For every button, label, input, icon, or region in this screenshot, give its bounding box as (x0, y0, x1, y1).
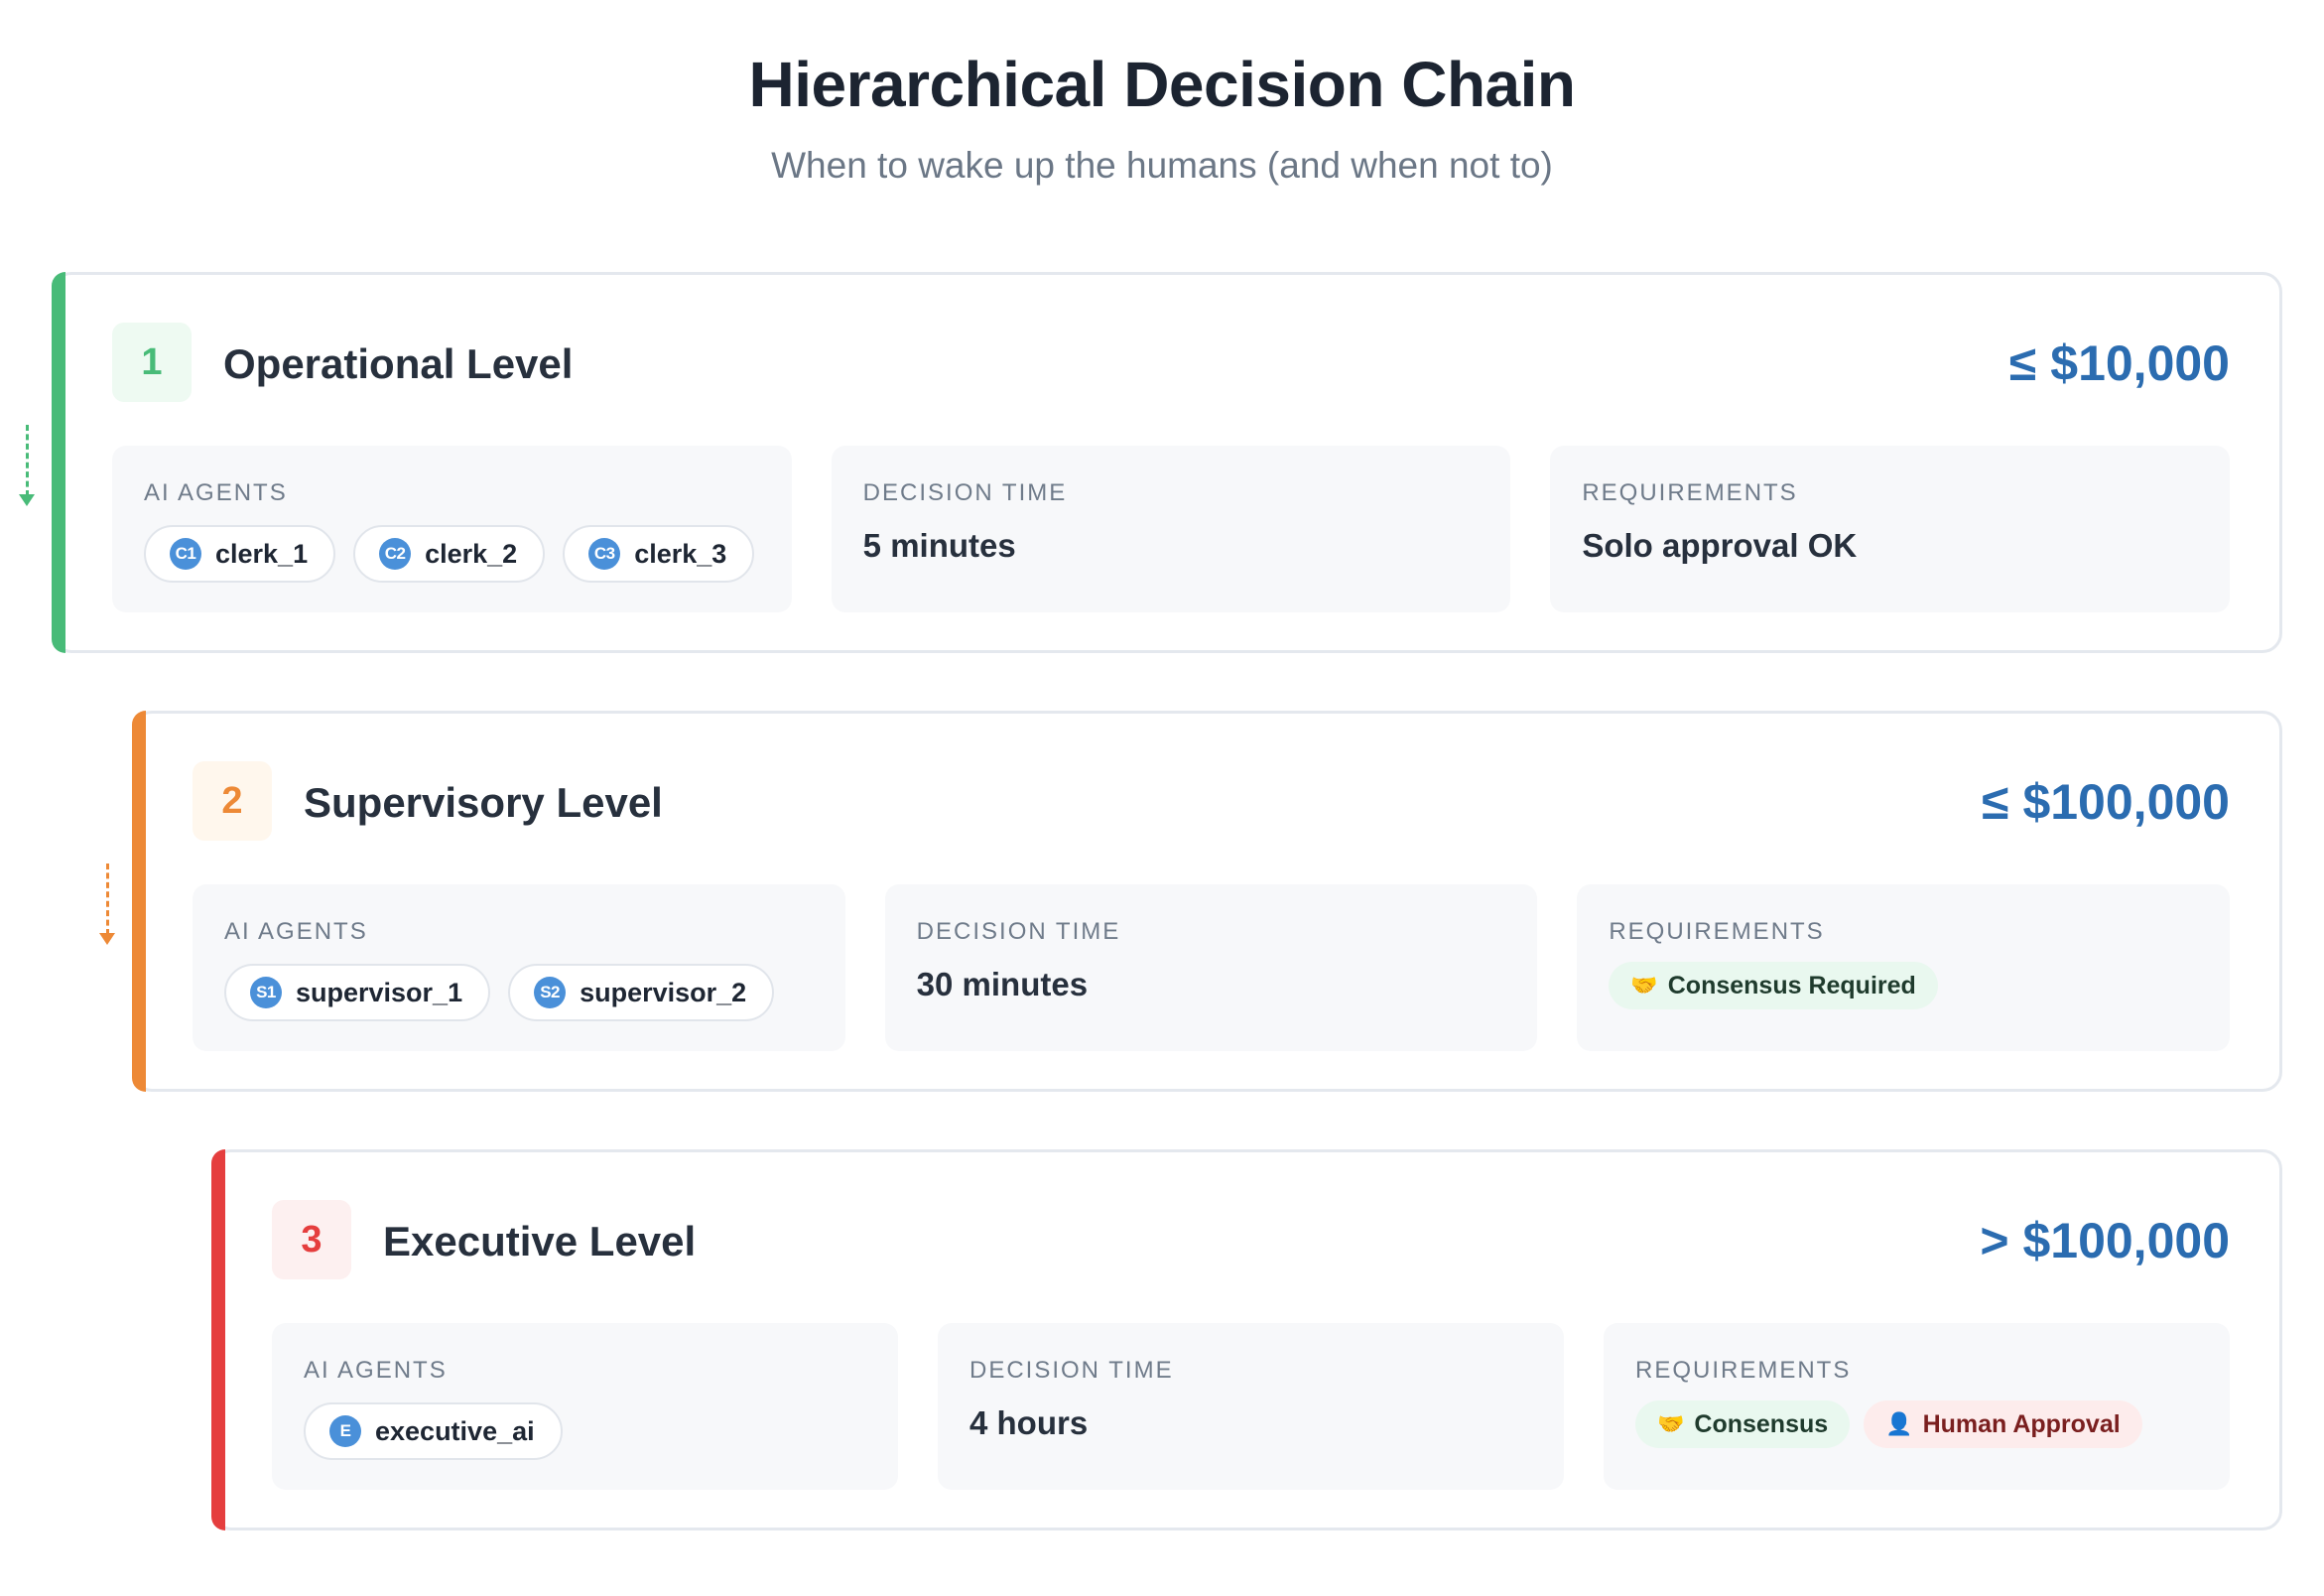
decision-time-cell: DECISION TIME 5 minutes (831, 446, 1511, 612)
agent-avatar-icon: C2 (379, 538, 412, 570)
requirements-label: REQUIREMENTS (1609, 918, 1825, 945)
level-threshold: ≤ $10,000 (2008, 335, 2230, 391)
handshake-icon: 🤝 (1630, 973, 1658, 998)
decision-time-value: 5 minutes (862, 527, 1016, 564)
agent-name: supervisor_2 (580, 977, 747, 1007)
agents-label: AI AGENTS (144, 479, 288, 506)
page-title: Hierarchical Decision Chain (748, 49, 1576, 120)
consensus-required-tag: 🤝 Consensus Required (1609, 962, 1938, 1009)
agent-name: clerk_3 (634, 538, 727, 569)
consensus-tag: 🤝 Consensus (1635, 1400, 1851, 1448)
agents-cell: AI AGENTS C1 clerk_1 C2 clerk_2 C3 clerk… (112, 446, 792, 612)
level-card-operational: 1 Operational Level ≤ $10,000 AI AGENTS … (52, 272, 2282, 653)
tag-label: Consensus (1694, 1409, 1829, 1438)
agent-avatar-icon: S1 (250, 977, 282, 1008)
agent-chip[interactable]: C3 clerk_3 (563, 525, 755, 583)
level-name: Operational Level (223, 340, 574, 387)
agent-avatar-icon: E (329, 1415, 361, 1447)
agent-chip[interactable]: E executive_ai (304, 1402, 563, 1460)
agent-chip[interactable]: S2 supervisor_2 (508, 964, 775, 1021)
agent-name: supervisor_1 (296, 977, 463, 1007)
person-icon: 👤 (1885, 1411, 1913, 1436)
decision-time-label: DECISION TIME (969, 1357, 1174, 1384)
handshake-icon: 🤝 (1657, 1411, 1685, 1436)
level-card-executive: 3 Executive Level > $100,000 AI AGENTS E… (211, 1149, 2282, 1530)
decision-time-value: 30 minutes (916, 966, 1089, 1002)
agent-chip[interactable]: C2 clerk_2 (353, 525, 546, 583)
level-threshold: ≤ $100,000 (1982, 774, 2230, 830)
level-card-supervisory: 2 Supervisory Level ≤ $100,000 AI AGENTS… (132, 711, 2282, 1092)
agents-cell: AI AGENTS E executive_ai (272, 1323, 898, 1490)
requirements-cell: REQUIREMENTS Solo approval OK (1550, 446, 2231, 612)
requirements-cell: REQUIREMENTS 🤝 Consensus 👤 Human Approva… (1604, 1323, 2230, 1490)
level-number-badge: 1 (112, 323, 192, 402)
decision-time-cell: DECISION TIME 4 hours (938, 1323, 1564, 1490)
requirements-label: REQUIREMENTS (1582, 479, 1798, 506)
decision-time-label: DECISION TIME (916, 918, 1121, 945)
agent-avatar-icon: S2 (534, 977, 567, 1008)
level-accent-bar (52, 272, 65, 653)
agent-name: clerk_2 (425, 538, 518, 569)
level-number-badge: 2 (193, 761, 272, 841)
decision-chain-page: Hierarchical Decision Chain When to wake… (0, 0, 2324, 1596)
tag-label: Consensus Required (1667, 971, 1916, 999)
decision-time-label: DECISION TIME (862, 479, 1068, 506)
level-name: Executive Level (383, 1218, 697, 1264)
tag-label: Human Approval (1922, 1409, 2121, 1438)
requirements-cell: REQUIREMENTS 🤝 Consensus Required (1577, 884, 2231, 1051)
human-approval-tag: 👤 Human Approval (1864, 1400, 2142, 1448)
decision-time-cell: DECISION TIME 30 minutes (884, 884, 1538, 1051)
level-name: Supervisory Level (304, 779, 663, 826)
requirements-label: REQUIREMENTS (1635, 1357, 1852, 1384)
requirements-value: Solo approval OK (1582, 527, 1858, 564)
agent-avatar-icon: C1 (170, 538, 201, 570)
agent-name: executive_ai (375, 1415, 535, 1446)
level-accent-bar (211, 1149, 225, 1530)
agent-avatar-icon: C3 (588, 538, 621, 570)
level-accent-bar (132, 711, 146, 1092)
agent-chip[interactable]: C1 clerk_1 (144, 525, 336, 583)
agent-chip[interactable]: S1 supervisor_1 (224, 964, 491, 1021)
agents-label: AI AGENTS (224, 918, 368, 945)
agent-name: clerk_1 (215, 538, 309, 569)
agents-label: AI AGENTS (304, 1357, 448, 1384)
level-threshold: > $100,000 (1980, 1213, 2230, 1268)
level-number-badge: 3 (272, 1200, 351, 1279)
agents-cell: AI AGENTS S1 supervisor_1 S2 supervisor_… (193, 884, 845, 1051)
page-subtitle: When to wake up the humans (and when not… (771, 145, 1553, 186)
decision-time-value: 4 hours (969, 1404, 1089, 1441)
